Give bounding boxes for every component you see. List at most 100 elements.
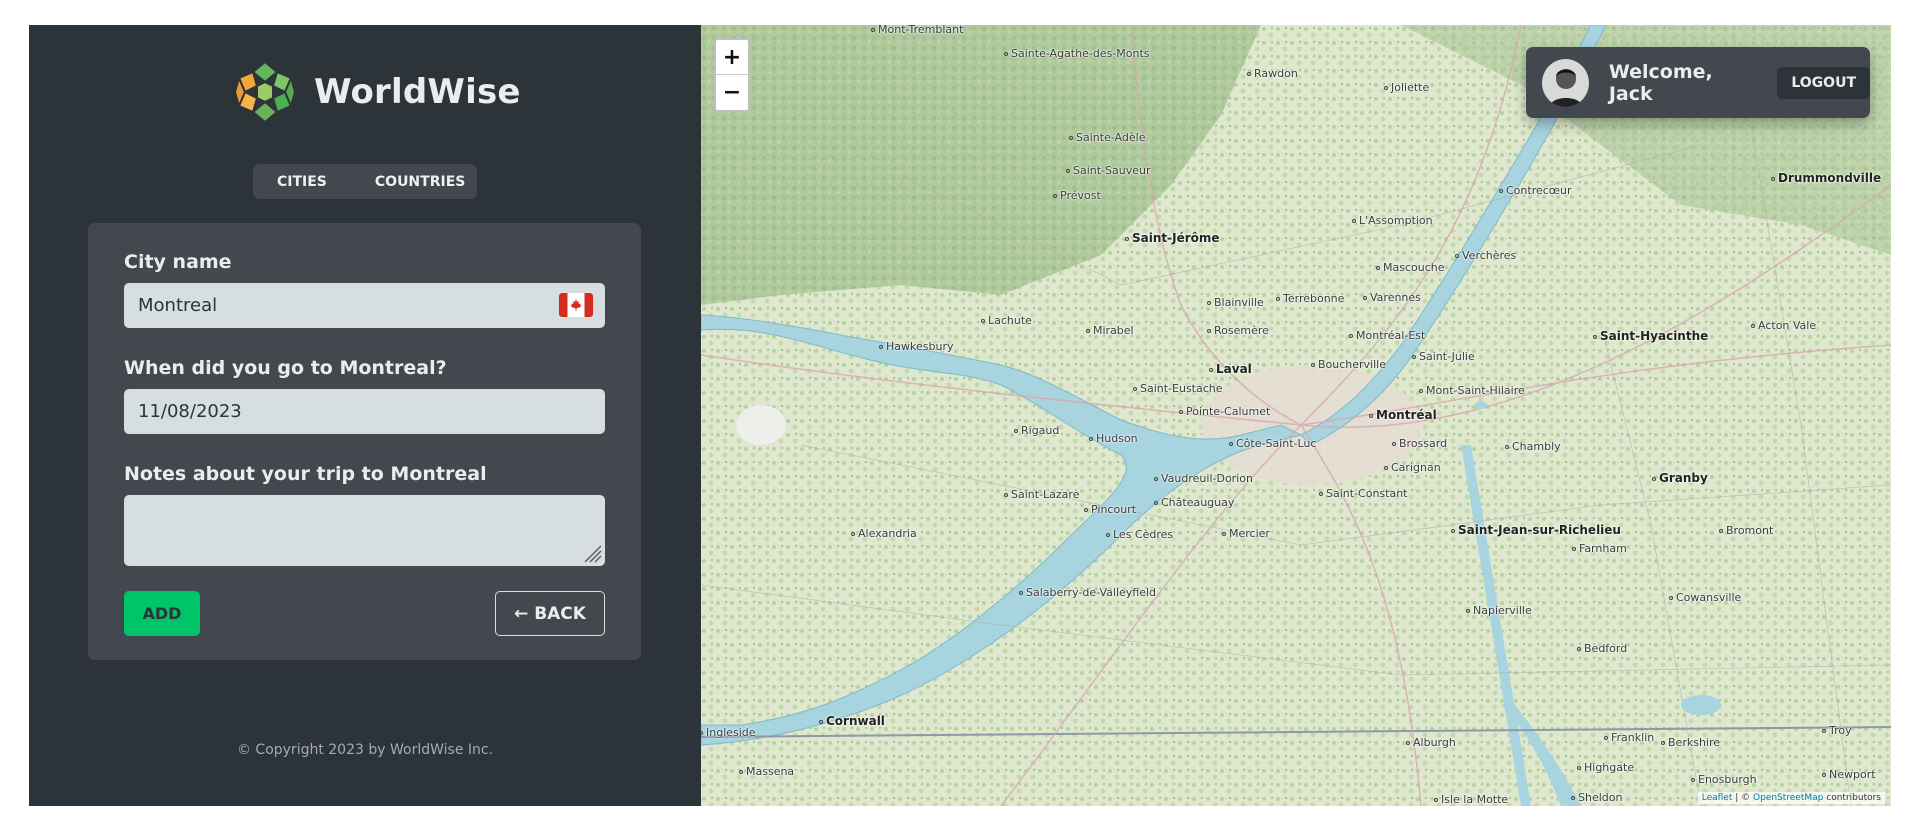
map[interactable]: Mont-Tremblant Sainte-Agathe-des-Monts Raw…: [701, 25, 1891, 806]
place-name: Pointe-Calumet: [1186, 405, 1271, 418]
date-label: When did you go to Montreal?: [124, 357, 447, 379]
place-dot-icon: [1154, 477, 1158, 481]
logout-button[interactable]: Logout: [1777, 66, 1870, 99]
date-value: 11/08/2023: [138, 401, 242, 422]
place-name: Rosemère: [1214, 324, 1269, 337]
map-place-label: Saint-Jean-sur-Richelieu: [1451, 523, 1621, 537]
place-name: Joliette: [1391, 81, 1430, 94]
place-dot-icon: [1691, 778, 1695, 782]
place-dot-icon: [1572, 547, 1576, 551]
add-button[interactable]: Add: [124, 591, 200, 636]
map-place-label: Cornwall: [819, 714, 885, 728]
place-dot-icon: [1822, 773, 1826, 777]
place-name: Salaberry-de-Valleyfield: [1026, 586, 1157, 599]
map-place-label: Vaudreuil-Dorion: [1154, 472, 1253, 485]
map-place-label: Joliette: [1384, 81, 1429, 94]
place-name: Alburgh: [1413, 736, 1456, 749]
place-name: Franklin: [1611, 731, 1655, 744]
map-place-label: Ingleside: [701, 726, 756, 739]
place-name: Les Cèdres: [1113, 528, 1174, 541]
place-name: Carignan: [1391, 461, 1441, 474]
map-place-label: Mascouche: [1376, 261, 1445, 274]
map-place-label: Highgate: [1577, 761, 1634, 774]
map-place-label: Verchères: [1455, 249, 1516, 262]
place-name: Sainte-Adèle: [1076, 131, 1146, 144]
notes-label: Notes about your trip to Montreal: [124, 463, 487, 485]
tab-countries[interactable]: Countries: [327, 174, 465, 190]
map-place-label: Mont-Tremblant: [871, 25, 963, 36]
place-name: Châteauguay: [1161, 496, 1235, 509]
zoom-in-button[interactable]: +: [716, 40, 748, 75]
place-name: Mont-Saint-Hilaire: [1426, 384, 1525, 397]
place-dot-icon: [1179, 410, 1183, 414]
place-name: Troy: [1829, 724, 1852, 737]
map-place-label: Mirabel: [1086, 324, 1134, 337]
city-name-input[interactable]: Montreal: [124, 283, 605, 328]
place-dot-icon: [1419, 389, 1423, 393]
place-dot-icon: [1505, 445, 1509, 449]
map-place-label: Cowansville: [1669, 591, 1741, 604]
map-place-label: Mont-Saint-Hilaire: [1419, 384, 1525, 397]
map-place-label: Farnham: [1572, 542, 1627, 555]
map-place-label: Drummondville: [1771, 171, 1881, 185]
map-place-label: L'Assomption: [1352, 214, 1433, 227]
place-dot-icon: [1084, 508, 1088, 512]
map-place-label: Les Cèdres: [1106, 528, 1173, 541]
place-name: Mercier: [1229, 527, 1270, 540]
place-dot-icon: [1014, 429, 1018, 433]
place-name: Berkshire: [1668, 736, 1721, 749]
map-place-label: Prévost: [1053, 189, 1101, 202]
back-button[interactable]: ← BACK: [495, 591, 605, 636]
notes-textarea[interactable]: [124, 495, 605, 566]
place-name: Brossard: [1399, 437, 1448, 450]
map-place-label: Napierville: [1466, 604, 1532, 617]
map-place-label: Hudson: [1089, 432, 1138, 445]
place-name: Saint-Constant: [1326, 487, 1408, 500]
place-dot-icon: [701, 731, 703, 735]
place-dot-icon: [1406, 741, 1410, 745]
tab-cities[interactable]: Cities: [253, 174, 327, 190]
resize-handle-icon[interactable]: [581, 542, 603, 564]
map-place-label: Varennes: [1363, 291, 1421, 304]
place-name: Saint-Lazare: [1011, 488, 1080, 501]
place-dot-icon: [1207, 329, 1211, 333]
place-name: Mascouche: [1383, 261, 1445, 274]
place-name: Saint-Eustache: [1140, 382, 1223, 395]
map-place-label: Montréal-Est: [1349, 329, 1425, 342]
date-input[interactable]: 11/08/2023: [124, 389, 605, 434]
place-dot-icon: [1207, 301, 1211, 305]
zoom-out-button[interactable]: −: [716, 75, 748, 110]
place-dot-icon: [1222, 532, 1226, 536]
place-name: Montréal: [1376, 408, 1437, 422]
map-place-label: Côte-Saint-Luc: [1229, 437, 1316, 450]
place-name: Napierville: [1473, 604, 1532, 617]
place-dot-icon: [1384, 86, 1388, 90]
map-place-label: Granby: [1652, 471, 1708, 485]
map-place-label: Chambly: [1505, 440, 1561, 453]
place-dot-icon: [851, 532, 855, 536]
leaflet-link[interactable]: Leaflet: [1702, 793, 1733, 803]
place-name: Chambly: [1512, 440, 1561, 453]
logo[interactable]: WorldWise: [233, 60, 521, 124]
place-name: Terrebonne: [1283, 292, 1345, 305]
place-name: Cornwall: [826, 714, 885, 728]
map-place-label: Saint-Julie: [1412, 350, 1475, 363]
place-dot-icon: [1004, 52, 1008, 56]
map-place-label: Enosburgh: [1691, 773, 1757, 786]
map-attribution: Leaflet | © OpenStreetMap contributors: [1697, 792, 1885, 804]
map-place-label: Saint-Lazare: [1004, 488, 1079, 501]
place-name: Côte-Saint-Luc: [1236, 437, 1317, 450]
map-place-label: Terrebonne: [1276, 292, 1344, 305]
tabs-nav: Cities Countries: [253, 164, 477, 199]
place-name: Farnham: [1579, 542, 1627, 555]
place-name: Drummondville: [1778, 171, 1882, 185]
osm-link[interactable]: OpenStreetMap: [1753, 793, 1823, 803]
place-name: Sainte-Agathe-des-Monts: [1011, 47, 1150, 60]
place-dot-icon: [1604, 736, 1608, 740]
map-place-label: Hawkesbury: [879, 340, 953, 353]
place-dot-icon: [1434, 798, 1438, 802]
map-place-label: Blainville: [1207, 296, 1264, 309]
map-place-label: Pincourt: [1084, 503, 1136, 516]
place-name: Hudson: [1096, 432, 1138, 445]
place-name: Granby: [1659, 471, 1708, 485]
